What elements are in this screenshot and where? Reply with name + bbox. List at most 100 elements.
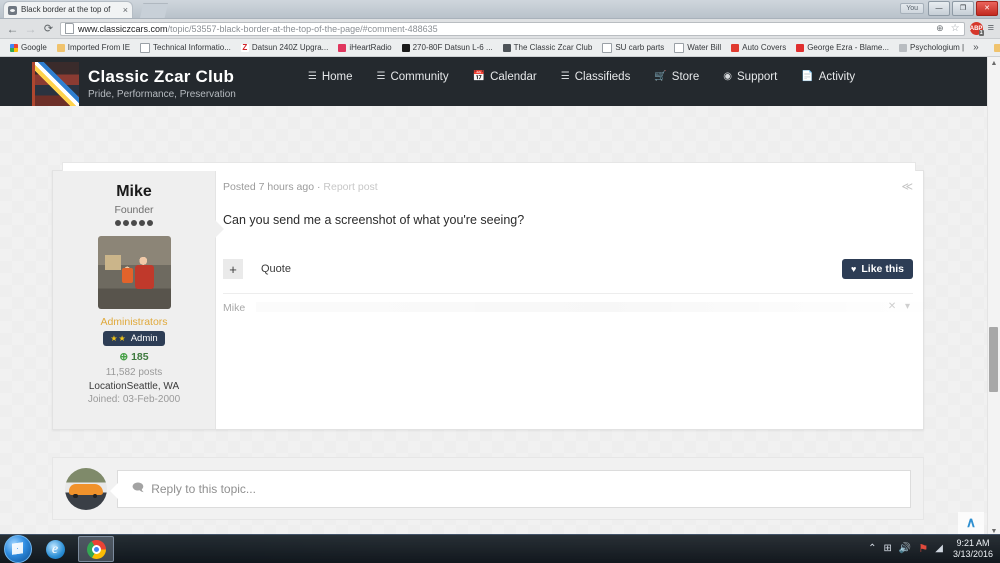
bookmark-item[interactable]: iHeartRadio bbox=[333, 40, 396, 55]
post-body-column: Posted 7 hours ago · Report post ≪ Can y… bbox=[216, 171, 956, 429]
address-bar-url: www.classiczcars.com/topic/53557-black-b… bbox=[78, 24, 438, 34]
z-icon: Z bbox=[240, 42, 249, 52]
bookmarks-overflow-button[interactable]: » bbox=[969, 40, 983, 55]
window-close-button[interactable]: ✕ bbox=[976, 1, 998, 16]
post-action-row: + Quote ♥ Like this bbox=[223, 259, 913, 279]
clock-date: 3/13/2016 bbox=[952, 549, 993, 559]
bookmark-item[interactable]: The Classic Zcar Club bbox=[498, 40, 598, 55]
page-info-icon[interactable] bbox=[65, 23, 74, 34]
adblock-icon[interactable]: ABP 1 bbox=[969, 22, 984, 36]
list-icon: ☰ bbox=[307, 70, 317, 82]
reload-icon[interactable]: ⟳ bbox=[42, 23, 55, 35]
address-bar[interactable]: www.classiczcars.com/topic/53557-black-b… bbox=[60, 21, 965, 36]
signature-controls[interactable]: ✕ ▾ bbox=[888, 301, 913, 312]
other-bookmarks-folder[interactable]: Other bookmarks bbox=[989, 40, 1000, 55]
nav-item-activity[interactable]: 📄 Activity bbox=[789, 65, 867, 88]
bookmark-label: Datsun 240Z Upgra... bbox=[251, 43, 329, 52]
nav-item-classifieds[interactable]: ☰ Classifieds bbox=[549, 65, 643, 88]
taskbar-item-internet-explorer[interactable] bbox=[38, 537, 72, 561]
window-controls: You — ❐ ✕ bbox=[900, 1, 998, 16]
chrome-menu-icon[interactable]: ≡ bbox=[988, 23, 994, 34]
author-joined: Joined: 03-Feb-2000 bbox=[87, 394, 181, 405]
chrome-browser-window: Black border at the top of × You — ❐ ✕ ←… bbox=[0, 0, 1000, 535]
author-location: LocationSeattle, WA bbox=[88, 381, 180, 392]
taskbar-clock[interactable]: 9:21 AM 3/13/2016 bbox=[950, 538, 993, 560]
bookmark-item[interactable]: Z Datsun 240Z Upgra... bbox=[236, 40, 333, 55]
site-nav: ☰ Home ☰ Community 📅 Calendar ☰ Classifieds … bbox=[236, 57, 916, 88]
zoom-icon[interactable]: ⊕ bbox=[936, 23, 944, 34]
nav-label: Community bbox=[390, 70, 449, 83]
bookmark-item[interactable]: SU carb parts bbox=[597, 40, 669, 55]
like-label: Like this bbox=[861, 263, 904, 275]
site-header: Classic Zcar Club Pride, Performance, Pr… bbox=[0, 57, 988, 106]
tray-expand-icon[interactable]: ⌃ bbox=[868, 544, 876, 554]
bookmark-item[interactable]: Google bbox=[5, 40, 52, 55]
nav-label: Classifieds bbox=[574, 70, 631, 83]
window-minimize-button[interactable]: — bbox=[928, 1, 950, 16]
scrollbar-thumb[interactable] bbox=[989, 327, 998, 392]
author-name[interactable]: Mike bbox=[53, 183, 215, 201]
browser-tab[interactable]: Black border at the top of × bbox=[3, 1, 133, 18]
share-icon[interactable]: ≪ bbox=[901, 180, 913, 193]
bookmark-item[interactable]: Technical Informatio... bbox=[135, 40, 236, 55]
chrome-signin-button[interactable]: You bbox=[900, 3, 924, 14]
windows-icon[interactable]: ⊞ bbox=[884, 544, 892, 554]
report-post-link[interactable]: Report post bbox=[323, 181, 377, 193]
taskbar-item-google-chrome[interactable] bbox=[78, 536, 114, 562]
badge-stars: ★★ bbox=[110, 334, 127, 343]
back-icon[interactable]: ← bbox=[6, 23, 19, 35]
bookmark-label: The Classic Zcar Club bbox=[513, 43, 593, 52]
nav-label: Activity bbox=[818, 70, 856, 83]
start-button[interactable] bbox=[4, 535, 32, 563]
bookmark-item[interactable]: Psychologium | bbox=[894, 40, 969, 55]
rank-pip bbox=[115, 220, 121, 226]
bookmark-item[interactable]: Water Bill bbox=[669, 40, 726, 55]
author-avatar[interactable] bbox=[97, 236, 171, 309]
window-maximize-button[interactable]: ❐ bbox=[952, 1, 974, 16]
post-content: Can you send me a screenshot of what you… bbox=[223, 213, 525, 227]
system-tray: ⌃ ⊞ 🔊 ⚑ ◢ 9:21 AM 3/13/2016 bbox=[868, 538, 1000, 560]
author-group[interactable]: Administrators bbox=[53, 316, 215, 328]
site-brand[interactable]: Classic Zcar Club Pride, Performance, Pr… bbox=[0, 57, 236, 106]
reputation-icon: ⊕ bbox=[119, 351, 129, 363]
bookmark-star-icon[interactable]: ☆ bbox=[948, 23, 960, 34]
nav-label: Support bbox=[737, 70, 778, 83]
volume-icon[interactable]: 🔊 bbox=[899, 544, 911, 554]
current-user-avatar[interactable] bbox=[65, 467, 107, 510]
page-scrollbar[interactable]: ▲ ▼ bbox=[987, 57, 1000, 535]
document-icon bbox=[602, 42, 613, 53]
action-center-flag-icon[interactable]: ⚑ bbox=[918, 544, 928, 555]
youtube-icon bbox=[796, 43, 805, 52]
quote-button[interactable]: Quote bbox=[261, 263, 291, 275]
post-author-column: Mike Founder Administrators ★★ Admin ⊕ 1… bbox=[53, 171, 224, 429]
tab-close-icon[interactable]: × bbox=[123, 5, 128, 15]
signature-placeholder-block bbox=[256, 302, 956, 312]
new-tab-button[interactable] bbox=[140, 3, 168, 18]
network-icon[interactable]: ◢ bbox=[935, 544, 943, 554]
nav-item-support[interactable]: ◉ Support bbox=[711, 65, 789, 88]
like-button[interactable]: ♥ Like this bbox=[842, 259, 913, 279]
reply-row: 🗩 Reply to this topic... bbox=[52, 457, 924, 520]
bookmark-label: 270-80F Datsun L-6 ... bbox=[412, 43, 493, 52]
document-icon bbox=[674, 42, 685, 53]
url-host: www.classiczcars.com bbox=[78, 23, 168, 34]
bookmark-item[interactable]: 270-80F Datsun L-6 ... bbox=[397, 40, 498, 55]
bookmark-item[interactable]: Imported From IE bbox=[52, 40, 135, 55]
scrollbar-up-arrow-icon[interactable]: ▲ bbox=[988, 57, 1000, 69]
nav-item-store[interactable]: 🛒 Store bbox=[642, 65, 711, 88]
nav-item-calendar[interactable]: 📅 Calendar bbox=[461, 65, 549, 88]
post-meta: Posted 7 hours ago · Report post bbox=[223, 181, 905, 193]
list-icon: ☰ bbox=[560, 70, 570, 82]
nav-item-home[interactable]: ☰ Home bbox=[296, 65, 365, 88]
reply-input[interactable]: 🗩 Reply to this topic... bbox=[110, 469, 911, 508]
browser-tabstrip: Black border at the top of × You — ❐ ✕ bbox=[0, 0, 1000, 19]
scroll-up-icon[interactable]: ∧ bbox=[966, 515, 976, 529]
badge-label: Admin bbox=[130, 333, 158, 344]
nav-item-community[interactable]: ☰ Community bbox=[365, 65, 461, 88]
bookmark-item[interactable]: Auto Covers bbox=[726, 40, 791, 55]
rank-pip bbox=[139, 220, 145, 226]
browser-toolbar: ← → ⟳ www.classiczcars.com/topic/53557-b… bbox=[0, 19, 1000, 39]
bookmark-item[interactable]: George Ezra - Blame... bbox=[791, 40, 894, 55]
multiquote-button[interactable]: + bbox=[223, 259, 243, 279]
forward-icon[interactable]: → bbox=[24, 23, 37, 35]
